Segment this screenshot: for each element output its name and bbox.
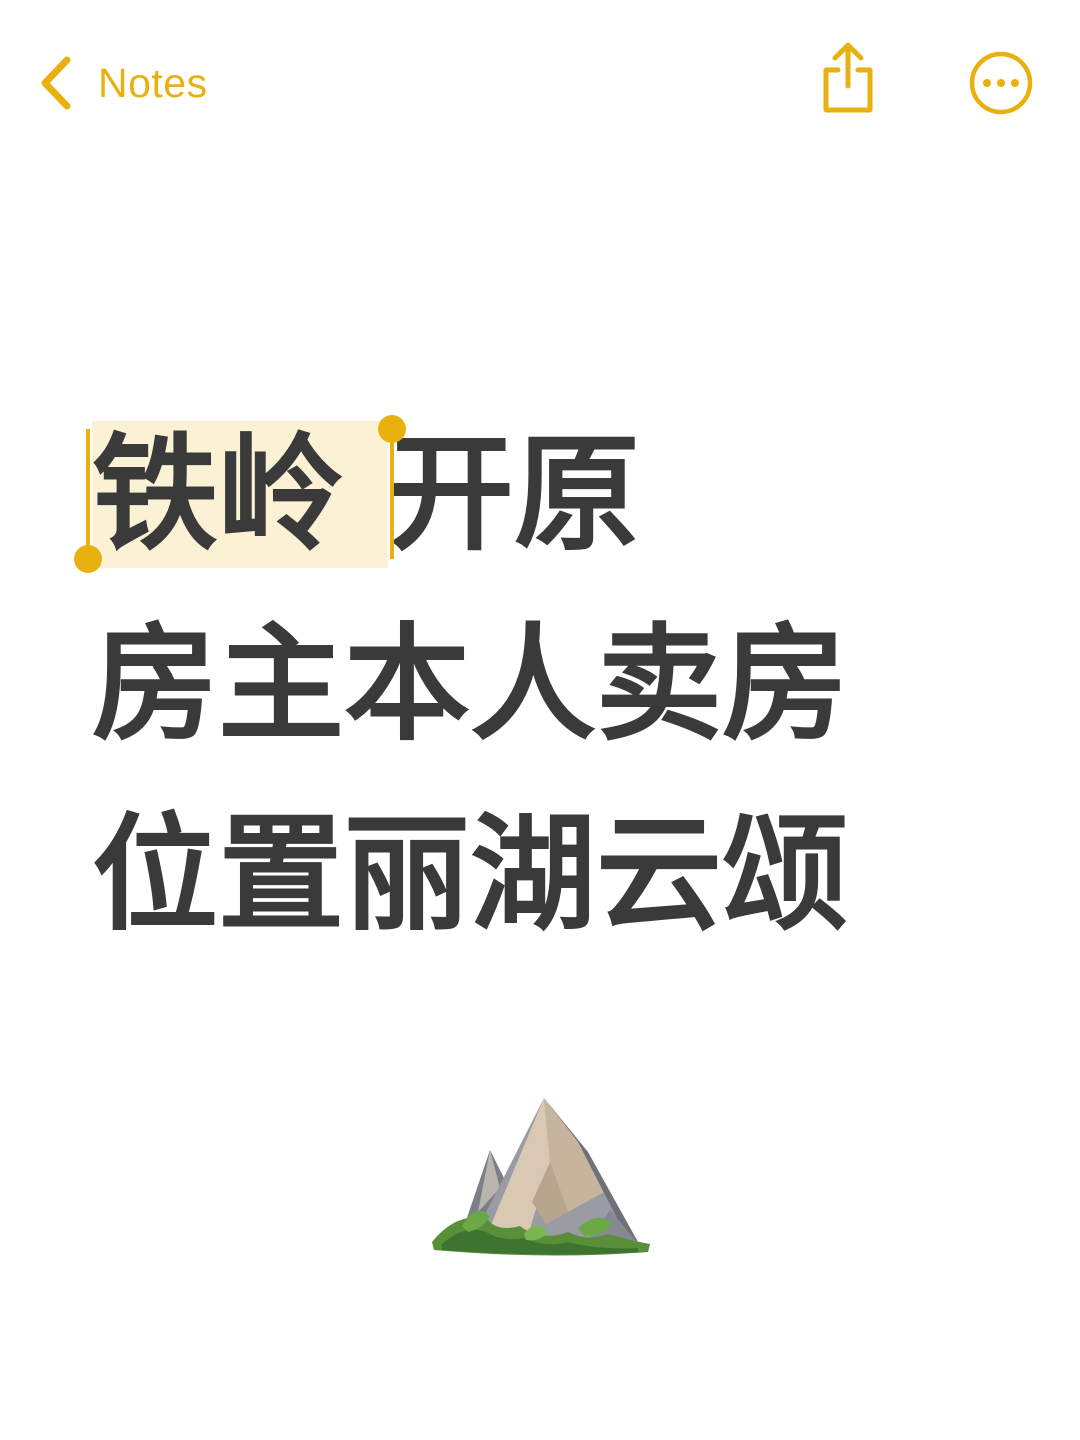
note-line-3: 位置丽湖云颂 (92, 801, 848, 948)
selection-end-handle[interactable] (377, 415, 406, 443)
text-selection[interactable]: 铁岭 (74, 415, 406, 573)
mountain-emoji-icon (428, 1092, 652, 1260)
share-icon (823, 42, 873, 113)
share-button[interactable] (812, 40, 884, 116)
back-button[interactable]: Notes (38, 52, 208, 114)
back-button-label: Notes (98, 59, 208, 106)
note-line-2: 房主本人卖房 (92, 611, 848, 758)
note-line-1-rest: 开原 (387, 421, 640, 568)
ellipsis-circle-icon (969, 51, 1033, 115)
selection-start-caret (86, 429, 90, 559)
note-body[interactable]: 铁岭 开原 房主本人卖房 位置丽湖云颂 (74, 400, 992, 970)
note-line-1: 铁岭 开原 (74, 400, 992, 590)
chevron-left-icon (38, 56, 72, 110)
selection-end-caret (389, 429, 394, 559)
more-button[interactable] (968, 50, 1034, 116)
selected-text: 铁岭 (92, 421, 344, 568)
selection-start-handle[interactable] (74, 545, 102, 573)
